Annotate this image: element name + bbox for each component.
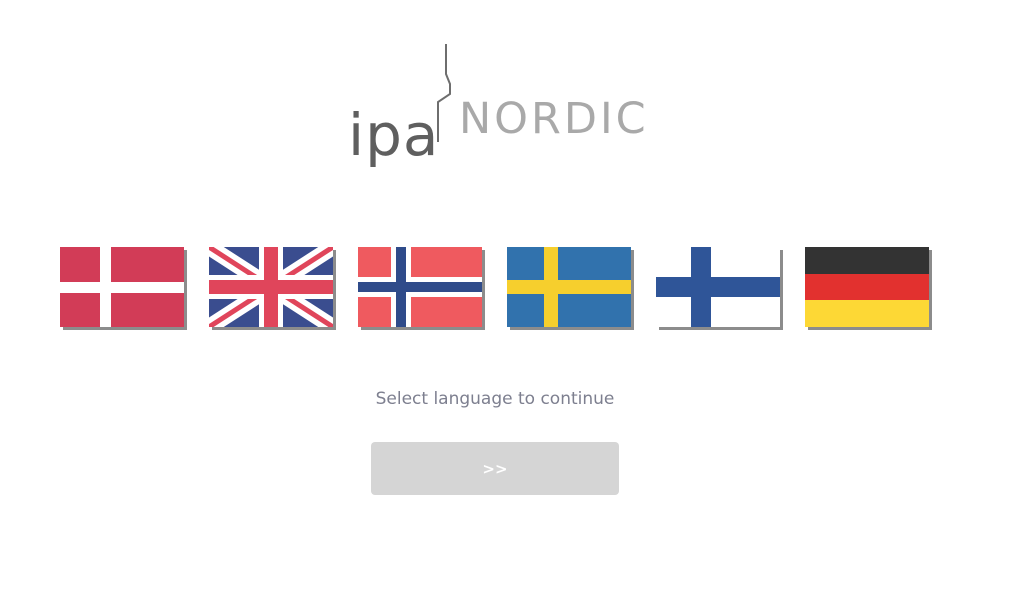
flag-sweden[interactable]: [507, 247, 631, 327]
germany-flag-icon: [805, 247, 929, 327]
finland-flag-icon: [656, 247, 780, 327]
flag-finland[interactable]: [656, 247, 780, 327]
flag-united-kingdom[interactable]: [209, 247, 333, 327]
logo-text-nordic: NORDIC: [459, 94, 649, 144]
select-language-prompt: Select language to continue: [375, 389, 615, 409]
flag-norway[interactable]: [358, 247, 482, 327]
ipa-nordic-logo: ipa NORDIC: [348, 44, 658, 164]
flag-denmark[interactable]: [60, 247, 184, 327]
denmark-flag-icon: [60, 247, 184, 327]
sweden-flag-icon: [507, 247, 631, 327]
flag-germany[interactable]: [805, 247, 929, 327]
language-flags: [60, 247, 940, 337]
logo-text-ipa: ipa: [348, 101, 440, 169]
norway-flag-icon: [358, 247, 482, 327]
uk-flag-icon: [209, 247, 333, 327]
continue-button[interactable]: >>: [371, 442, 619, 495]
language-select-page: ipa NORDIC Select language to continue >…: [0, 0, 1024, 598]
